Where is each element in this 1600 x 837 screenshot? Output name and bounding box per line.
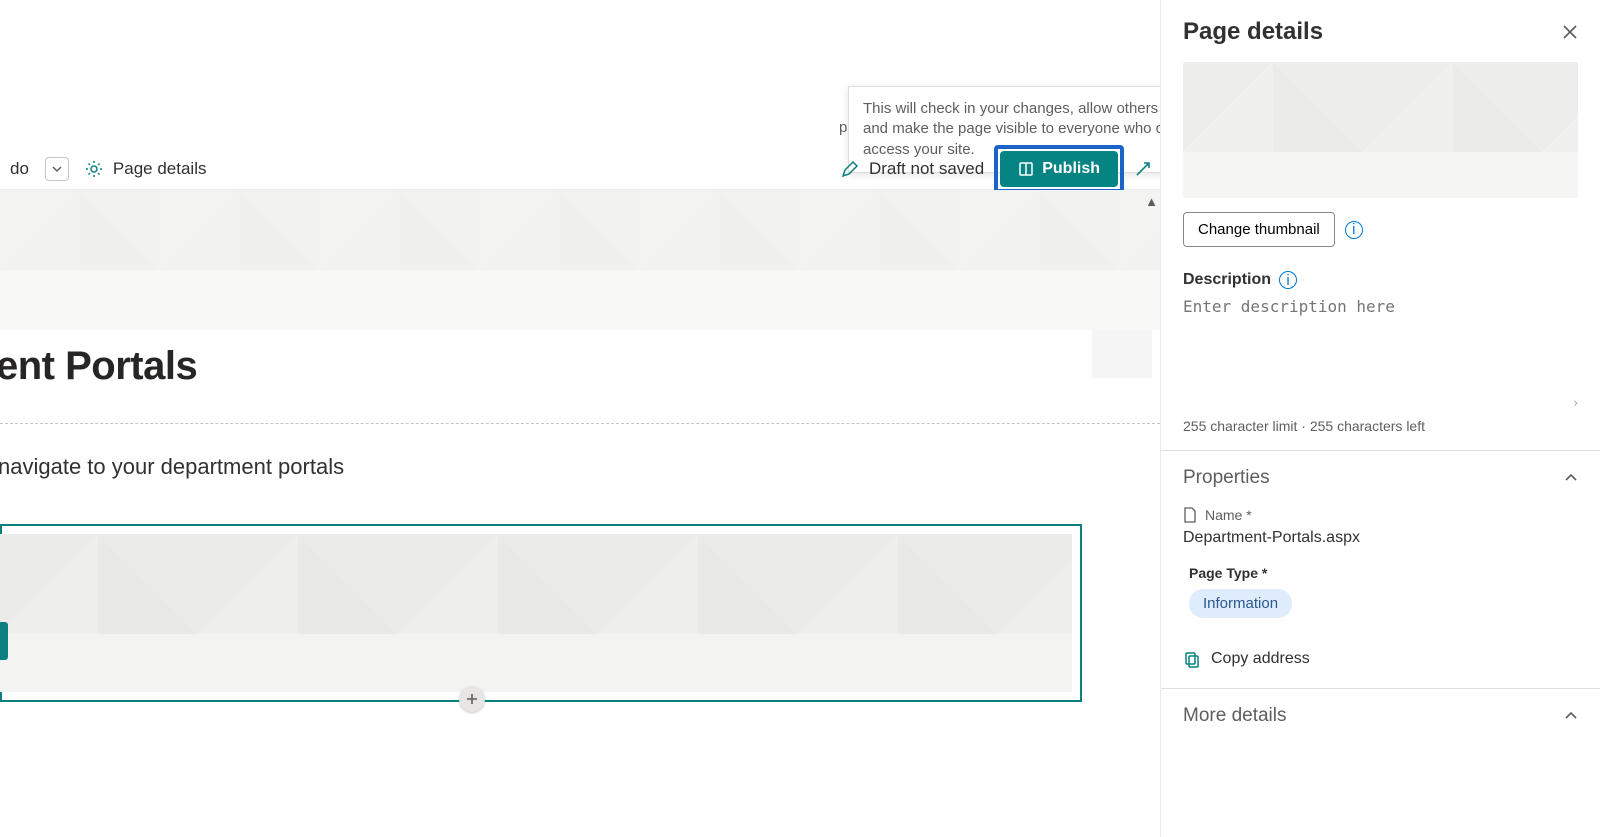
description-textarea[interactable]	[1183, 297, 1578, 407]
panel-title: Page details	[1183, 18, 1323, 46]
description-info-icon[interactable]: i	[1279, 271, 1297, 289]
gear-icon[interactable]	[85, 160, 103, 178]
section-dashed-separator	[0, 423, 1160, 424]
publish-button[interactable]: Publish	[1000, 151, 1118, 187]
hero-banner	[0, 190, 1160, 330]
copy-address-label: Copy address	[1211, 650, 1310, 668]
add-section-button[interactable]	[459, 686, 485, 712]
scroll-up-arrow-icon[interactable]: ▲	[1145, 194, 1158, 209]
properties-section-title: Properties	[1183, 467, 1270, 489]
page-edit-toolbar: do Page details Draft not saved Publish	[0, 148, 1160, 190]
draft-status-text: Draft not saved	[869, 159, 984, 179]
webpart-drag-handle[interactable]	[0, 622, 8, 660]
page-title[interactable]: ent Portals	[0, 344, 1160, 389]
name-field-label: Name *	[1205, 507, 1252, 523]
file-icon	[1183, 507, 1197, 523]
publish-button-label: Publish	[1042, 160, 1100, 178]
chevron-up-icon	[1564, 471, 1578, 485]
properties-section-header[interactable]: Properties	[1161, 451, 1600, 499]
hero-edge-shadow	[1092, 330, 1152, 378]
selected-webpart[interactable]	[0, 524, 1082, 702]
close-icon[interactable]	[1562, 24, 1578, 40]
more-details-title: More details	[1183, 705, 1287, 727]
copy-icon	[1183, 650, 1201, 668]
page-subtitle-text[interactable]: navigate to your department portals	[0, 454, 1160, 480]
webpart-background-pattern	[0, 534, 1072, 692]
name-field-value[interactable]: Department-Portals.aspx	[1183, 529, 1578, 547]
thumbnail-preview	[1183, 62, 1578, 198]
toolbar-page-details-label[interactable]: Page details	[113, 159, 207, 179]
toolbar-do-label: do	[10, 159, 29, 179]
thumbnail-info-icon[interactable]: i	[1345, 221, 1363, 239]
page-type-label: Page Type *	[1189, 565, 1578, 581]
hero-background-pattern	[0, 190, 1160, 330]
description-label: Description	[1183, 271, 1271, 289]
more-details-section-header[interactable]: More details	[1161, 688, 1600, 743]
expand-icon[interactable]	[1134, 160, 1152, 178]
page-type-chip[interactable]: Information	[1189, 589, 1292, 618]
chevron-up-icon	[1564, 709, 1578, 723]
publish-button-highlight: Publish	[994, 145, 1124, 193]
toolbar-dropdown-button[interactable]	[45, 157, 69, 181]
character-limit-text: 255 character limit · 255 characters lef…	[1161, 412, 1600, 450]
change-thumbnail-button[interactable]: Change thumbnail	[1183, 212, 1335, 247]
edit-pencil-icon[interactable]	[841, 160, 859, 178]
page-details-panel: Page details Change thumbnail i Descript…	[1160, 0, 1600, 837]
copy-address-button[interactable]: Copy address	[1161, 646, 1600, 688]
